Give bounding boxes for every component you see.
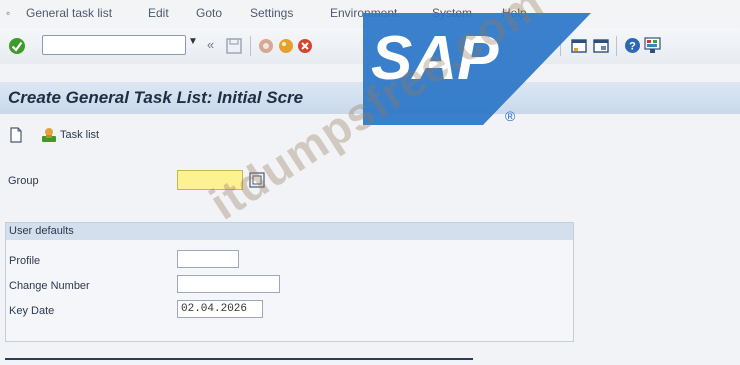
menu-goto[interactable]: Goto [196,6,222,20]
key-date-input[interactable]: 02.04.2026 [177,300,263,318]
user-defaults-title: User defaults [9,225,74,237]
key-date-label: Key Date [9,305,55,317]
help-icon[interactable]: ? [624,37,641,54]
menu-marker: ◦ [6,6,11,20]
back-nav-icon[interactable] [258,38,274,54]
enter-check-icon[interactable] [8,37,26,55]
command-field[interactable] [42,35,186,55]
user-defaults-group: User defaults [5,222,574,342]
change-number-label: Change Number [9,280,90,292]
layout-icon[interactable] [593,38,609,54]
new-icon[interactable] [9,127,23,143]
menu-general-task-list[interactable]: General task list [26,6,112,20]
group-label: Group [8,175,39,187]
command-dropdown-icon[interactable]: ▼ [188,36,198,47]
task-list-button[interactable]: Task list [60,129,99,141]
toolbar-separator [250,36,251,56]
save-icon[interactable] [226,38,242,54]
change-number-input[interactable] [177,275,280,293]
task-list-icon[interactable] [40,126,58,144]
customize-icon[interactable] [644,37,661,54]
svg-text:?: ? [629,41,636,53]
menu-settings[interactable]: Settings [250,6,293,20]
exit-icon[interactable] [278,38,294,54]
back-icon[interactable]: « [207,37,214,52]
page-title: Create General Task List: Initial Scre [8,88,304,107]
footer-divider [5,358,473,360]
registered-mark: ® [505,108,516,124]
toolbar-separator [616,36,617,56]
profile-input[interactable] [177,250,239,268]
profile-label: Profile [9,255,41,267]
cancel-icon[interactable] [297,38,313,54]
menu-edit[interactable]: Edit [148,6,169,20]
user-defaults-header: User defaults [6,223,573,240]
